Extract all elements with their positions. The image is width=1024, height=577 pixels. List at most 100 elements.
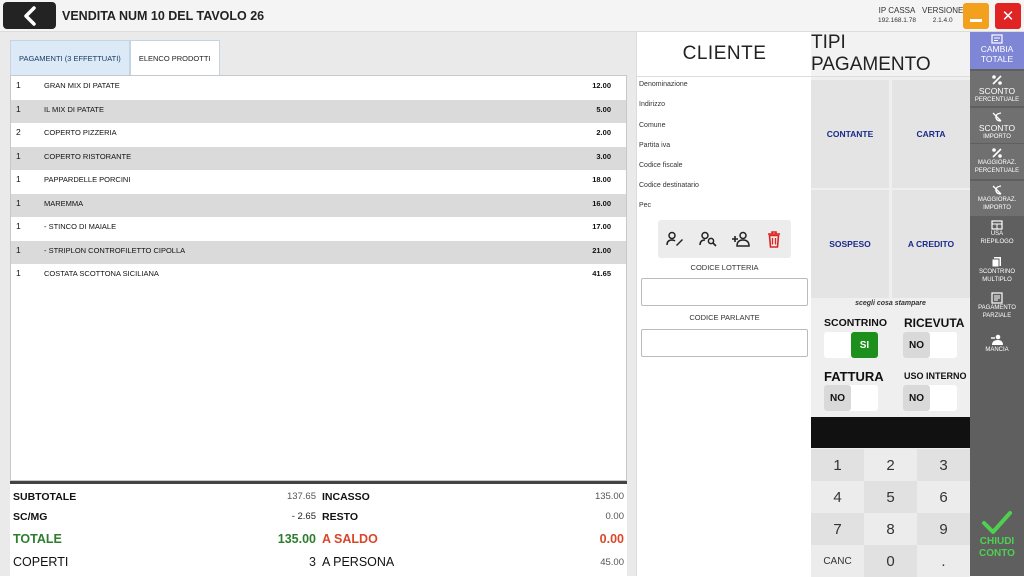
codice-parlante-input[interactable]: [641, 329, 808, 357]
close-button[interactable]: ✕: [995, 3, 1021, 29]
sidebar-item-label: MAGGIORAZ.: [977, 197, 1017, 203]
product-qty: 1: [16, 268, 21, 278]
product-price: 21.00: [592, 245, 611, 255]
ricevuta-label: RICEVUTA: [904, 316, 965, 330]
uso-interno-toggle-value: NO: [903, 385, 930, 411]
tab-elenco-prodotti[interactable]: ELENCO PRODOTTI: [129, 40, 220, 75]
product-qty: 1: [16, 244, 21, 255]
carta-button[interactable]: CARTA: [892, 80, 970, 188]
sidebar-item-sublabel: IMPORTO: [983, 134, 1011, 140]
sidebar-item-sconto-percentuale[interactable]: SCONTO PERCENTUALE: [970, 70, 1024, 106]
scontrino-toggle-value: SI: [851, 332, 878, 358]
add-client-icon[interactable]: [730, 228, 752, 250]
sidebar-item-sublabel: TOTALE: [980, 54, 1014, 64]
key-6[interactable]: 6: [917, 481, 970, 513]
fattura-toggle[interactable]: NO: [824, 385, 878, 411]
sospeso-button[interactable]: SOSPESO: [811, 190, 889, 298]
key-4[interactable]: 4: [811, 481, 864, 513]
product-price: 3.00: [596, 151, 611, 161]
sidebar-item-sublabel: PERCENTUALE: [974, 168, 1020, 174]
field-comune[interactable]: Comune: [639, 122, 665, 129]
product-row[interactable]: 1 GRAN MIX DI PATATE 12.00: [11, 76, 626, 99]
ricevuta-toggle[interactable]: NO: [903, 332, 957, 358]
print-prompt: scegli cosa stampare: [855, 300, 926, 307]
back-button[interactable]: [3, 2, 56, 29]
a-persona-value: 45.00: [600, 557, 624, 568]
sidebar-item-scontrino-multiplo[interactable]: SCONTRINO MULTIPLO: [970, 252, 1024, 288]
summary-icon: [991, 220, 1003, 230]
product-name: COPERTO RISTORANTE: [44, 151, 132, 161]
key-2[interactable]: 2: [864, 449, 917, 481]
a-credito-button[interactable]: A CREDITO: [892, 190, 970, 298]
key-1[interactable]: 1: [811, 449, 864, 481]
sale-panel: PAGAMENTI (3 EFFETTUATI) ELENCO PRODOTTI…: [0, 32, 636, 576]
resto-value: 0.00: [605, 511, 625, 522]
scmg-label: SC/MG: [13, 511, 48, 523]
product-row[interactable]: 1 COPERTO RISTORANTE 3.00: [11, 146, 626, 170]
scontrino-label: SCONTRINO: [824, 317, 887, 329]
product-qty: 1: [16, 221, 21, 231]
version-value: 2.1.4.0: [932, 17, 953, 24]
subtotale-label: SUBTOTALE: [13, 491, 77, 503]
scontrino-toggle[interactable]: SI: [824, 332, 878, 358]
codice-lotteria-input[interactable]: [641, 278, 808, 306]
product-price: 17.00: [592, 222, 611, 231]
key-dot[interactable]: .: [917, 545, 970, 577]
sidebar-item-usa-riepilogo[interactable]: USA RIEPILOGO: [970, 216, 1024, 252]
field-codice-fiscale[interactable]: Codice fiscale: [639, 162, 683, 169]
search-client-icon[interactable]: [697, 228, 719, 250]
field-denominazione[interactable]: Denominazione: [639, 81, 688, 88]
product-name: MAREMMA: [44, 198, 84, 208]
product-row[interactable]: 1 IL MIX DI PATATE 5.00: [11, 99, 626, 123]
sidebar-item-pagamento-parziale[interactable]: PAGAMENTO PARZIALE: [970, 288, 1024, 328]
partial-payment-icon: [991, 292, 1003, 304]
totals-panel: SUBTOTALE 137.65 INCASSO 135.00 SC/MG - …: [10, 481, 627, 576]
product-row[interactable]: 1 PAPPARDELLE PORCINI 18.00: [11, 170, 626, 193]
sidebar-item-label: SCONTO: [978, 123, 1016, 133]
product-name: IL MIX DI PATATE: [44, 104, 105, 114]
key-5[interactable]: 5: [864, 481, 917, 513]
cliente-panel: CLIENTE Denominazione Indirizzo Comune P…: [636, 32, 812, 576]
product-row[interactable]: 2 COPERTO PIZZERIA 2.00: [11, 123, 626, 146]
subtotale-value: 137.65: [286, 491, 316, 502]
key-3[interactable]: 3: [917, 449, 970, 481]
discount-amount-icon: [991, 111, 1003, 123]
product-price: 5.00: [596, 104, 611, 114]
minimize-button[interactable]: [963, 3, 989, 29]
field-pec[interactable]: Pec: [639, 202, 651, 209]
sidebar-item-mancia[interactable]: MANCIA: [970, 330, 1024, 360]
chiudi-conto-button[interactable]: CHIUDI CONTO: [970, 508, 1024, 576]
page-title: VENDITA NUM 10 DEL TAVOLO 26: [62, 9, 265, 23]
sidebar-item-maggiorazione-percentuale[interactable]: MAGGIORAZ. PERCENTUALE: [970, 143, 1024, 179]
key-0[interactable]: 0: [864, 545, 917, 577]
sidebar-item-sconto-importo[interactable]: SCONTO IMPORTO: [970, 107, 1024, 143]
product-price: 41.65: [592, 269, 611, 278]
sidebar-item-maggiorazione-importo[interactable]: MAGGIORAZ. IMPORTO: [970, 180, 1024, 216]
check-icon: [982, 511, 1012, 534]
key-8[interactable]: 8: [864, 513, 917, 545]
field-partita-iva[interactable]: Partita iva: [639, 142, 670, 149]
product-row[interactable]: 1 - STRIPLON CONTROFILETTO CIPOLLA 21.00: [11, 240, 626, 264]
product-row[interactable]: 1 - STINCO DI MAIALE 17.00: [11, 217, 626, 240]
field-indirizzo[interactable]: Indirizzo: [639, 101, 665, 108]
key-canc[interactable]: CANC: [811, 545, 864, 577]
product-qty: 1: [16, 80, 21, 90]
sidebar-item-label: CAMBIA: [980, 44, 1014, 54]
key-7[interactable]: 7: [811, 513, 864, 545]
field-codice-destinatario[interactable]: Codice destinatario: [639, 182, 699, 189]
contante-button[interactable]: CONTANTE: [811, 80, 889, 188]
edit-client-icon[interactable]: [664, 228, 686, 250]
sidebar-item-label: SCONTO: [978, 86, 1016, 96]
uso-interno-toggle[interactable]: NO: [903, 385, 957, 411]
product-row[interactable]: 1 MAREMMA 16.00: [11, 193, 626, 217]
close-icon: ✕: [1001, 7, 1015, 25]
tab-bar: PAGAMENTI (3 EFFETTUATI) ELENCO PRODOTTI: [10, 40, 220, 75]
delete-client-icon[interactable]: [763, 228, 785, 250]
tab-pagamenti[interactable]: PAGAMENTI (3 EFFETTUATI): [10, 40, 130, 75]
product-row[interactable]: 1 COSTATA SCOTTONA SICILIANA 41.65: [11, 264, 626, 287]
key-9[interactable]: 9: [917, 513, 970, 545]
sidebar-item-cambia-totale[interactable]: CAMBIA TOTALE: [970, 32, 1024, 69]
product-price: 16.00: [592, 198, 611, 208]
product-name: COSTATA SCOTTONA SICILIANA: [44, 269, 159, 278]
sidebar-item-sublabel: PERCENTUALE: [974, 97, 1020, 103]
